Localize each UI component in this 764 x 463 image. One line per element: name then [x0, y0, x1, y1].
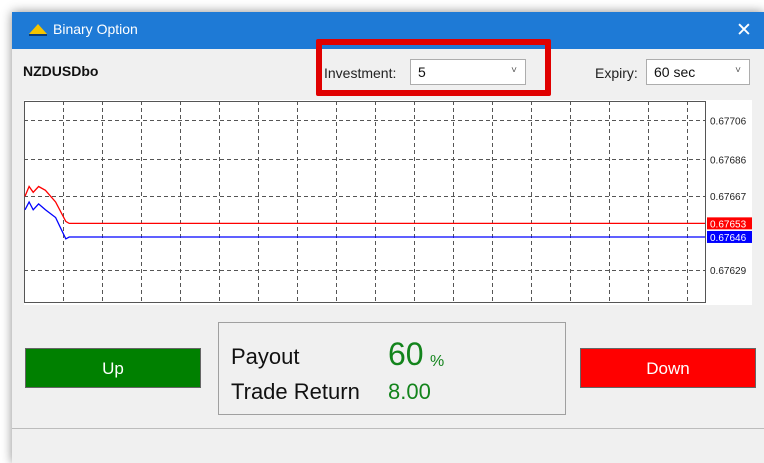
payout-unit: %	[430, 353, 445, 370]
investment-highlight-box	[316, 39, 551, 96]
y-tick-label: 0.67629	[710, 266, 747, 277]
bid-price-label: 0.67653	[710, 219, 747, 230]
up-button[interactable]: Up	[25, 348, 201, 388]
expiry-select[interactable]: 60 sec ˅	[646, 59, 750, 85]
y-tick-label: 0.67706	[710, 116, 747, 127]
window-title: Binary Option	[53, 21, 138, 37]
symbol-name: NZDUSDbo	[23, 63, 99, 79]
chevron-down-icon: ˅	[735, 65, 741, 76]
ask-price-label: 0.67646	[710, 233, 747, 244]
trade-return-value: 8.00	[388, 379, 431, 404]
status-divider	[12, 428, 764, 429]
y-tick-label: 0.67667	[710, 192, 747, 203]
expiry-label: Expiry:	[595, 65, 638, 81]
payout-panel: Payout 60 % Trade Return 8.00	[218, 322, 566, 415]
price-chart: 0.67706 0.67686 0.67667 0.67629 0.67653 0.676…	[24, 100, 752, 305]
y-tick-label: 0.67686	[710, 155, 747, 166]
payout-label: Payout	[231, 344, 300, 369]
down-button[interactable]: Down	[580, 348, 756, 388]
app-logo-icon	[29, 24, 47, 36]
close-icon[interactable]: ✕	[732, 16, 756, 44]
chart-background	[24, 100, 752, 305]
binary-option-window: Binary Option ✕ NZDUSDbo Investment: 5 ˅…	[12, 12, 764, 463]
payout-value: 60	[388, 336, 424, 372]
trade-return-label: Trade Return	[231, 379, 360, 404]
expiry-value: 60 sec	[654, 64, 696, 80]
